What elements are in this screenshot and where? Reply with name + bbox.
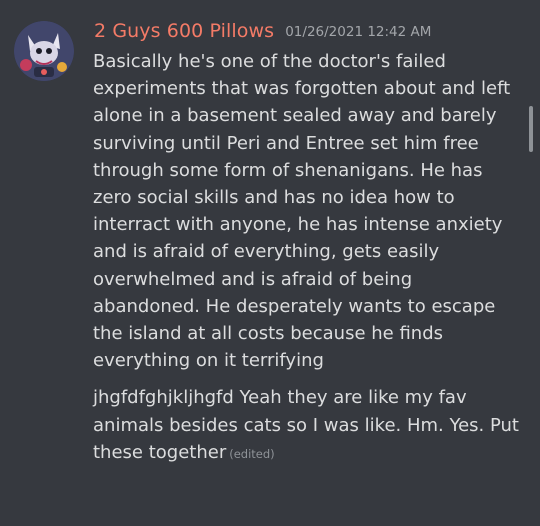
message-header: 2 Guys 600 Pillows 01/26/2021 12:42 AM	[94, 20, 431, 42]
message-text-second: jhgfdfghjkljhgfd Yeah they are like my f…	[93, 384, 521, 468]
message-content: Basically he's one of the doctor's faile…	[93, 48, 521, 468]
timestamp: 01/26/2021 12:42 AM	[285, 24, 432, 40]
username[interactable]: 2 Guys 600 Pillows	[94, 20, 274, 42]
scrollbar-thumb[interactable]	[529, 106, 533, 152]
message-text: Basically he's one of the doctor's faile…	[93, 51, 511, 372]
chat-view: 2 Guys 600 Pillows 01/26/2021 12:42 AM B…	[0, 0, 540, 526]
edited-label: (edited)	[229, 446, 275, 461]
avatar[interactable]	[14, 21, 74, 81]
message-text-body: jhgfdfghjkljhgfd Yeah they are like my f…	[93, 387, 519, 463]
avatar-image	[14, 21, 74, 81]
